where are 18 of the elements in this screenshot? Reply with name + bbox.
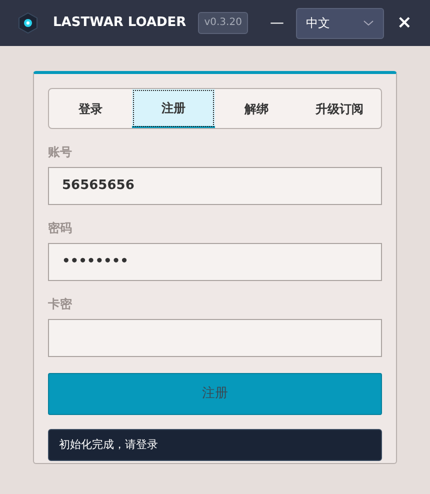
close-button[interactable]: × <box>396 14 412 32</box>
tab[interactable]: 登录 <box>49 89 132 128</box>
tab[interactable]: 升级订阅 <box>298 89 381 128</box>
field-label: 卡密 <box>48 296 73 313</box>
version-badge: v0.3.20 <box>198 12 248 34</box>
input-field[interactable] <box>48 319 382 357</box>
window-title: LASTWAR LOADER <box>53 14 186 32</box>
tab[interactable]: 注册 <box>132 89 215 128</box>
chevron-down-icon <box>362 20 374 26</box>
language-dropdown[interactable]: 中文 <box>296 8 384 38</box>
tab[interactable]: 解绑 <box>215 89 298 128</box>
field-label: 账号 <box>48 144 73 161</box>
status-message: 初始化完成，请登录 <box>48 429 382 461</box>
input-field[interactable]: •••••••• <box>48 243 382 281</box>
field-label: 密码 <box>48 220 73 237</box>
minimize-button[interactable]: — <box>270 16 284 30</box>
cube-logo-icon <box>18 12 38 34</box>
input-field[interactable]: 56565656 <box>48 167 382 205</box>
